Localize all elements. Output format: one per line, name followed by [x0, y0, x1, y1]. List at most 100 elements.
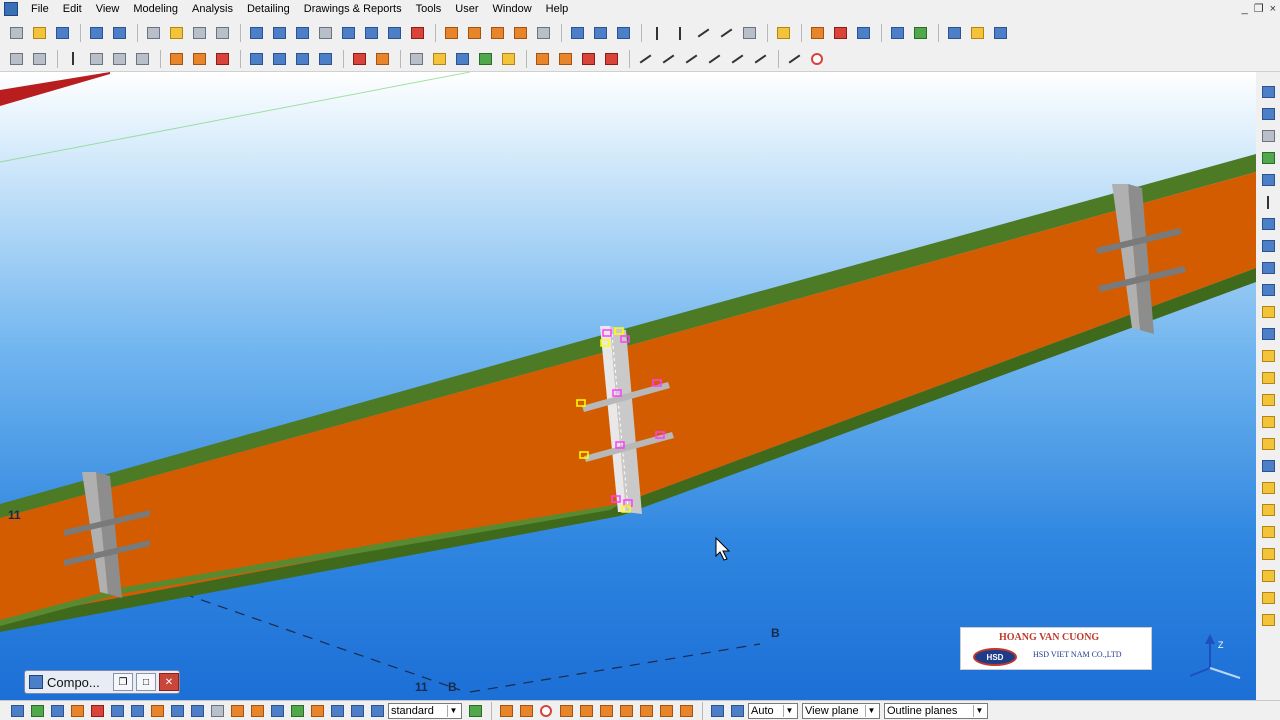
- snap-j-icon[interactable]: [1258, 390, 1278, 410]
- new-file-icon[interactable]: [6, 23, 26, 43]
- print-icon[interactable]: [189, 23, 209, 43]
- snap-center-icon[interactable]: [537, 702, 555, 720]
- help-inquire-icon[interactable]: [613, 23, 633, 43]
- select-all-icon[interactable]: [338, 23, 358, 43]
- snap-e-icon[interactable]: [1258, 280, 1278, 300]
- snap-perpendicular-icon[interactable]: [597, 702, 615, 720]
- snap-i-icon[interactable]: [1258, 368, 1278, 388]
- construction-plane-icon[interactable]: [739, 23, 759, 43]
- select-reinforcing-icon[interactable]: [248, 702, 266, 720]
- filter-settings-icon[interactable]: [466, 702, 484, 720]
- snap-override-icon[interactable]: [708, 702, 726, 720]
- panel-close-button[interactable]: ✕: [159, 673, 179, 691]
- render-icon[interactable]: [887, 23, 907, 43]
- tile-icon[interactable]: [361, 23, 381, 43]
- line-e-icon[interactable]: [727, 49, 747, 69]
- snap-s-icon[interactable]: [1258, 588, 1278, 608]
- menu-window[interactable]: Window: [486, 0, 539, 18]
- measure-icon[interactable]: [784, 49, 804, 69]
- web-icon[interactable]: [910, 23, 930, 43]
- help-icon[interactable]: [567, 23, 587, 43]
- panel-maximize-button[interactable]: □: [136, 673, 156, 691]
- snap-g-icon[interactable]: [1258, 324, 1278, 344]
- zoom-window-icon[interactable]: [269, 23, 289, 43]
- paste-icon[interactable]: [166, 23, 186, 43]
- snap-o-icon[interactable]: [1258, 500, 1278, 520]
- panel-restore-button[interactable]: ❐: [113, 673, 133, 691]
- snap-free-icon[interactable]: [677, 702, 695, 720]
- construction-line-icon[interactable]: [716, 23, 736, 43]
- select-cuts-icon[interactable]: [168, 702, 186, 720]
- snap-q-icon[interactable]: [1258, 544, 1278, 564]
- copy-special-icon[interactable]: [807, 23, 827, 43]
- part-icon[interactable]: [441, 23, 461, 43]
- snap-f-icon[interactable]: [1258, 302, 1278, 322]
- snap-l-icon[interactable]: [1258, 434, 1278, 454]
- menu-view[interactable]: View: [89, 0, 127, 18]
- select-points-icon[interactable]: [88, 702, 106, 720]
- help-query-icon[interactable]: [590, 23, 610, 43]
- work-plane-select[interactable]: View plane ▼: [802, 702, 880, 719]
- yellow-ball-icon[interactable]: [429, 49, 449, 69]
- snap-a-icon[interactable]: [1258, 192, 1278, 212]
- select-grid-icon[interactable]: [68, 702, 86, 720]
- redo-icon[interactable]: [109, 23, 129, 43]
- reference-b-icon[interactable]: [555, 49, 575, 69]
- brick-icon[interactable]: [498, 49, 518, 69]
- circle-target-icon[interactable]: [807, 49, 827, 69]
- select-parts-icon[interactable]: [28, 702, 46, 720]
- profile-arrow-icon[interactable]: [475, 49, 495, 69]
- menu-file[interactable]: File: [24, 0, 56, 18]
- folder-icon[interactable]: [967, 23, 987, 43]
- component-panel[interactable]: Compo... ❐ □ ✕: [24, 670, 180, 694]
- point-icon[interactable]: [693, 23, 713, 43]
- unlock-plate-icon[interactable]: [29, 49, 49, 69]
- snap-geometry-icon[interactable]: [517, 702, 535, 720]
- select-components-icon[interactable]: [288, 702, 306, 720]
- menu-analysis[interactable]: Analysis: [185, 0, 240, 18]
- save-icon[interactable]: [52, 23, 72, 43]
- filter-icon[interactable]: [212, 23, 232, 43]
- copy-icon[interactable]: [143, 23, 163, 43]
- snap-n-icon[interactable]: [1258, 478, 1278, 498]
- gridline-icon[interactable]: [670, 23, 690, 43]
- rebar-shape-icon[interactable]: [189, 49, 209, 69]
- panel-icon[interactable]: [132, 49, 152, 69]
- red-beam[interactable]: [0, 72, 110, 106]
- outline-select[interactable]: Outline planes ▼: [884, 702, 988, 719]
- snap-c-icon[interactable]: [1258, 236, 1278, 256]
- select-bolts-icon[interactable]: [208, 702, 226, 720]
- snap-t-icon[interactable]: [1258, 610, 1278, 630]
- snap-p-icon[interactable]: [1258, 522, 1278, 542]
- column-icon[interactable]: [63, 49, 83, 69]
- stiffener-icon[interactable]: [269, 49, 289, 69]
- select-welds-icon[interactable]: [148, 702, 166, 720]
- arrow-left-icon[interactable]: [1258, 148, 1278, 168]
- cut-icon[interactable]: [315, 23, 335, 43]
- reference-d-icon[interactable]: [601, 49, 621, 69]
- snap-nearest-icon[interactable]: [657, 702, 675, 720]
- snap-depth-select[interactable]: Auto ▼: [748, 702, 798, 719]
- list-icon[interactable]: [990, 23, 1010, 43]
- profile-t-icon[interactable]: [452, 49, 472, 69]
- undo-icon[interactable]: [86, 23, 106, 43]
- snap-line-ext-icon[interactable]: [617, 702, 635, 720]
- snap-k-icon[interactable]: [1258, 412, 1278, 432]
- menu-modeling[interactable]: Modeling: [126, 0, 185, 18]
- arrow-right-icon[interactable]: [1258, 170, 1278, 190]
- minimize-button[interactable]: _: [1242, 0, 1248, 18]
- beam-horizontal-icon[interactable]: [315, 49, 335, 69]
- open-folder-icon[interactable]: [29, 23, 49, 43]
- select-planes-icon[interactable]: [128, 702, 146, 720]
- line-a-icon[interactable]: [635, 49, 655, 69]
- menu-detailing[interactable]: Detailing: [240, 0, 297, 18]
- binoculars-icon[interactable]: [406, 49, 426, 69]
- snap-h-icon[interactable]: [1258, 346, 1278, 366]
- weld-icon[interactable]: [487, 23, 507, 43]
- beam-icon[interactable]: [86, 49, 106, 69]
- snap-m-icon[interactable]: [1258, 456, 1278, 476]
- snap-ref-lines-icon[interactable]: [497, 702, 515, 720]
- menu-user[interactable]: User: [448, 0, 485, 18]
- menu-help[interactable]: Help: [539, 0, 576, 18]
- model-viewport[interactable]: Z 11 11 B B: [0, 72, 1256, 700]
